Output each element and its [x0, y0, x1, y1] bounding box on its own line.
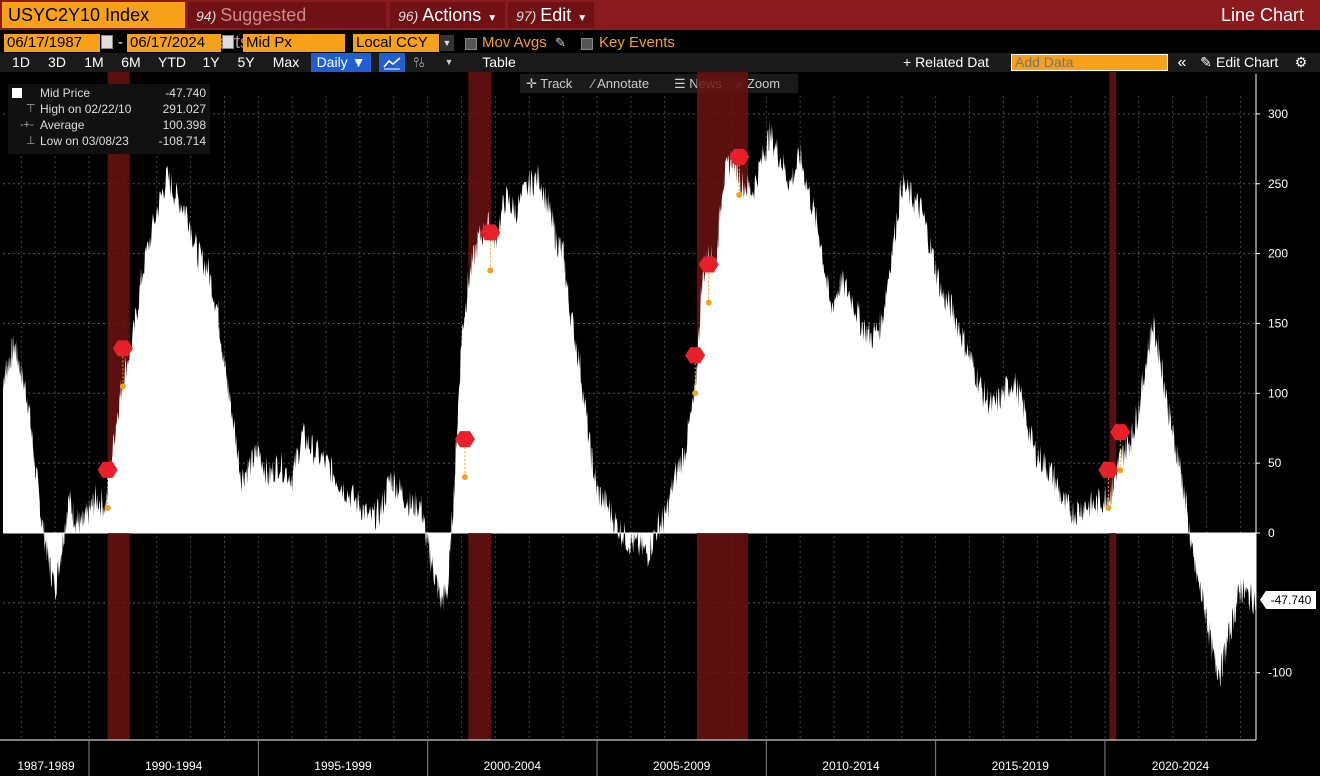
legend-label: Mid Price — [40, 86, 91, 100]
y-tick-label: 250 — [1268, 177, 1288, 191]
low-icon: ⊥ — [26, 135, 36, 147]
average-icon: -+- — [20, 119, 34, 131]
x-group-label: 2015-2019 — [992, 759, 1050, 773]
legend-value: -47.740 — [165, 86, 206, 100]
event-dot — [692, 390, 699, 397]
x-axis: 1987-1989 1990-1994 1995-1999 2000-2004 2005… — [0, 739, 1256, 776]
event-dot — [461, 474, 468, 481]
x-group-label: 1990-1994 — [145, 759, 203, 773]
y-tick-label: 100 — [1268, 386, 1288, 400]
legend-value: 100.398 — [162, 118, 206, 132]
high-icon: ⊤ — [26, 103, 36, 115]
legend-label: Low on 03/08/23 — [40, 134, 129, 148]
legend-box: Mid Price -47.740 ⊤ High on 02/22/10 291… — [8, 84, 210, 154]
recession-band — [1109, 72, 1117, 740]
legend-value: 291.027 — [162, 102, 206, 116]
y-tick-label: 0 — [1268, 526, 1275, 540]
event-dot — [1105, 504, 1112, 511]
y-tick-label: 150 — [1268, 316, 1288, 330]
x-group-label: 2020-2024 — [1152, 759, 1210, 773]
y-axis: 300 250 200 150 100 50 0 -100 — [1255, 74, 1292, 740]
x-group-label: 2000-2004 — [484, 759, 542, 773]
event-dot — [705, 299, 712, 306]
y-tick-label: -100 — [1268, 666, 1292, 680]
event-dot — [119, 383, 126, 390]
x-group-label: 1987-1989 — [17, 759, 75, 773]
event-dot — [736, 191, 743, 198]
x-group-label: 2005-2009 — [653, 759, 711, 773]
x-group-label: 2010-2014 — [822, 759, 880, 773]
legend-label: Average — [40, 118, 85, 132]
event-dot — [487, 267, 494, 274]
y-tick-label: 50 — [1268, 456, 1282, 470]
legend-label: High on 02/22/10 — [40, 102, 132, 116]
last-value-label: -47.740 — [1266, 590, 1316, 609]
event-dot — [1117, 467, 1124, 474]
legend-value: -108.714 — [158, 134, 206, 148]
y-tick-label: 200 — [1268, 247, 1288, 261]
x-group-label: 1995-1999 — [314, 759, 372, 773]
series-swatch — [12, 88, 22, 98]
event-dot — [104, 504, 111, 511]
y-tick-label: 300 — [1268, 107, 1288, 121]
